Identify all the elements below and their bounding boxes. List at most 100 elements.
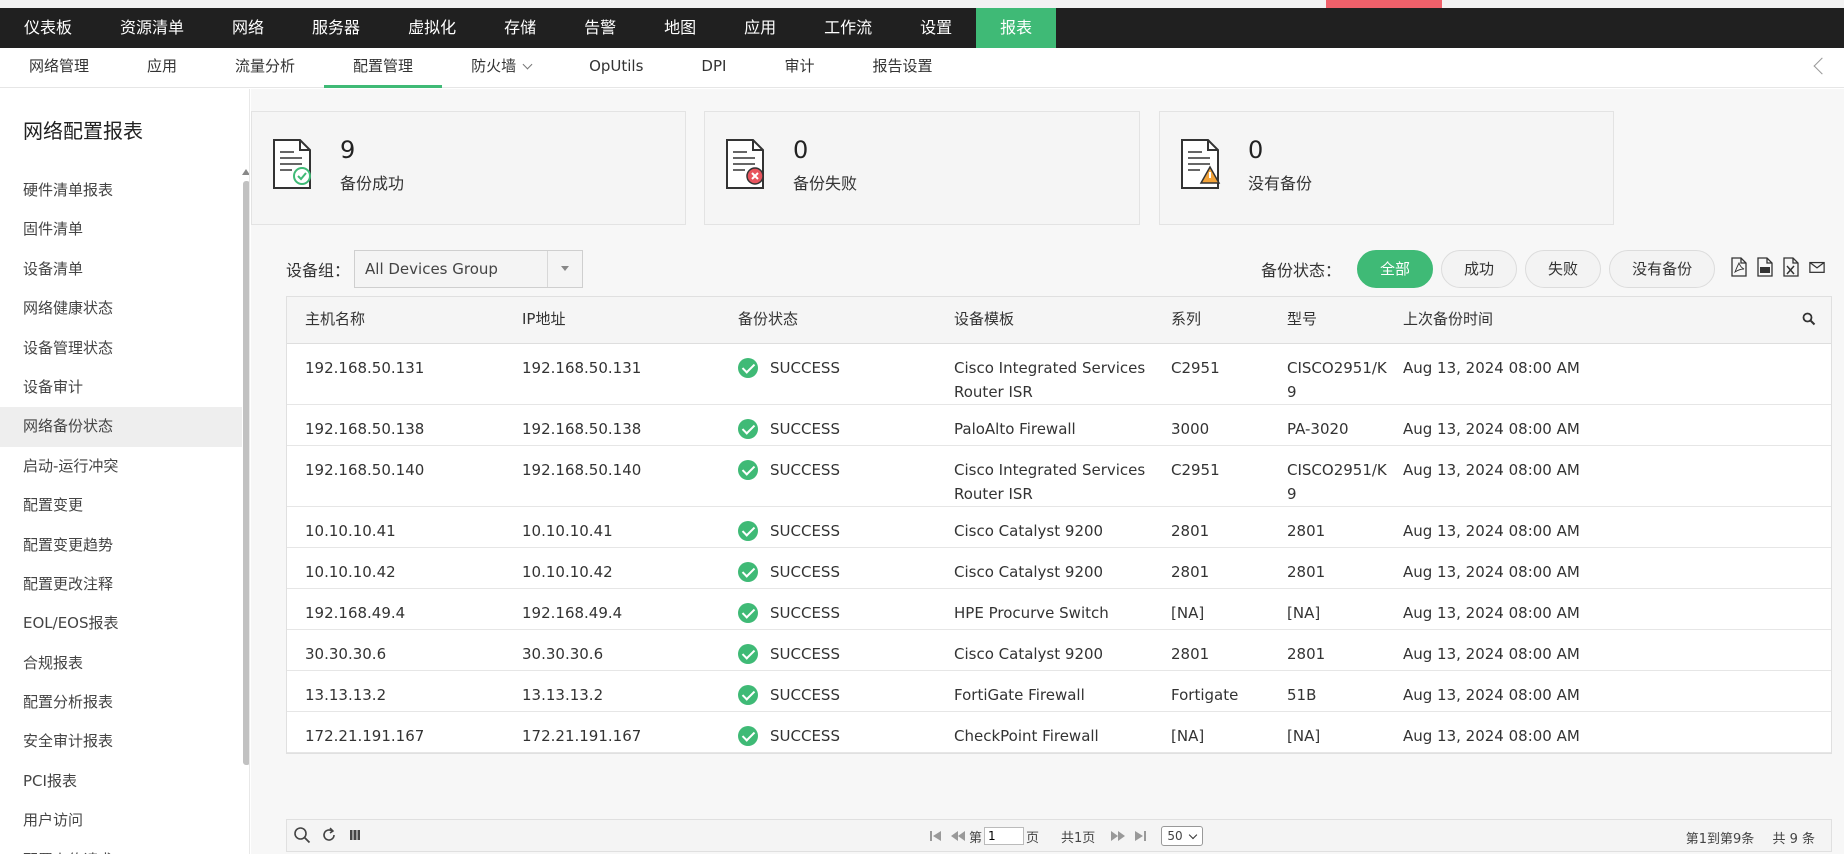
status-filter-pill[interactable]: 没有备份 [1609, 250, 1716, 288]
table-row[interactable]: 10.10.10.42 10.10.10.42 SUCCESS Cisco Catal… [287, 548, 1831, 605]
check-circle-icon [738, 644, 758, 664]
sidebar-item[interactable]: 配置分析报表 [0, 683, 242, 722]
sidebar-item[interactable]: EOL/EOS报表 [0, 604, 242, 643]
main-nav-item[interactable]: 报表 [976, 8, 1057, 48]
page-size-select[interactable]: 50 [1161, 826, 1204, 846]
main-nav-item[interactable]: 告警 [560, 8, 640, 48]
main-nav-item[interactable]: 网络 [208, 8, 288, 48]
sub-nav-item[interactable]: 防火墙 [442, 48, 560, 88]
summary-card[interactable]: 0 没有备份 [1159, 111, 1614, 225]
sidebar-item[interactable]: 合规报表 [0, 644, 242, 683]
sidebar-item[interactable]: 安全审计报表 [0, 722, 242, 761]
email-icon[interactable] [1809, 257, 1825, 277]
cell-host: 192.168.50.138 [305, 420, 425, 438]
sidebar-scrollbar[interactable] [243, 181, 249, 765]
sidebar-item[interactable]: 配置变更趋势 [0, 526, 242, 565]
column-header[interactable]: 系列 [1171, 297, 1201, 344]
status-filter-pill[interactable]: 成功 [1441, 250, 1518, 288]
cell-model: 2801 [1287, 645, 1326, 663]
sub-nav-item[interactable]: 配置管理 [324, 48, 443, 88]
sub-nav-item[interactable]: 流量分析 [206, 48, 324, 88]
excel-export-icon[interactable] [1783, 257, 1799, 277]
cell-model: 2801 [1287, 522, 1326, 540]
search-icon[interactable] [1802, 312, 1816, 326]
sidebar-item[interactable]: 网络备份状态 [0, 407, 242, 447]
summary-card[interactable]: 0 备份失败 [704, 111, 1140, 225]
cell-model: 51B [1287, 686, 1317, 704]
first-page-icon[interactable] [928, 827, 944, 845]
cell-host: 13.13.13.2 [305, 686, 387, 704]
status-filter-pill[interactable]: 全部 [1357, 250, 1434, 288]
cell-model: [NA] [1287, 604, 1321, 622]
scroll-up-arrow[interactable] [242, 169, 249, 175]
column-header[interactable]: 上次备份时间 [1403, 297, 1493, 344]
column-header[interactable]: 设备模板 [954, 297, 1014, 344]
last-page-icon[interactable] [1132, 827, 1148, 845]
table-row[interactable]: 13.13.13.2 13.13.13.2 SUCCESS FortiGate Fir… [287, 671, 1831, 712]
cell-host: 192.168.50.131 [305, 359, 425, 377]
sidebar-item[interactable]: 启动-运行冲突 [0, 447, 242, 486]
table-row[interactable]: 30.30.30.6 30.30.30.6 SUCCESS Cisco Catalys… [287, 630, 1831, 687]
collapse-arrow-icon[interactable] [1813, 57, 1831, 75]
cell-time: Aug 13, 2024 08:00 AM [1403, 727, 1580, 745]
column-header[interactable]: 备份状态 [738, 297, 798, 344]
pdf-export-icon[interactable] [1731, 257, 1747, 277]
sub-nav-item[interactable]: DPI [672, 48, 755, 88]
column-header[interactable]: 型号 [1287, 297, 1317, 344]
table-row[interactable]: 192.168.49.4 192.168.49.4 SUCCESS HPE Procu… [287, 589, 1831, 630]
table-row[interactable]: 192.168.50.131 192.168.50.131 SUCCESS Cisco… [287, 344, 1831, 405]
table-row[interactable]: 10.10.10.41 10.10.10.41 SUCCESS Cisco Catal… [287, 507, 1831, 564]
status-cell: SUCCESS [738, 560, 840, 584]
sub-nav-item[interactable]: 审计 [755, 48, 843, 88]
main-nav-item[interactable]: 工作流 [800, 8, 896, 48]
sidebar-item[interactable]: 硬件清单报表 [0, 171, 242, 210]
prev-page-icon[interactable] [950, 827, 966, 845]
main-nav-item[interactable]: 存储 [480, 8, 560, 48]
status-text: SUCCESS [770, 727, 840, 745]
summary-card[interactable]: 9 备份成功 [251, 111, 686, 225]
chevron-down-icon[interactable] [547, 251, 582, 287]
sidebar-item[interactable]: 固件清单 [0, 210, 242, 249]
sidebar-item[interactable]: 设备审计 [0, 368, 242, 407]
main-nav-item[interactable]: 应用 [720, 8, 800, 48]
table-row[interactable]: 172.21.191.167 172.21.191.167 SUCCESS Check… [287, 712, 1831, 753]
status-filter-pill[interactable]: 失败 [1525, 250, 1602, 288]
page-number-input[interactable] [984, 827, 1025, 845]
table-row[interactable]: 192.168.50.140 192.168.50.140 SUCCESS Cisco… [287, 446, 1831, 507]
sidebar-item[interactable]: 配置变更 [0, 486, 242, 525]
search-icon[interactable] [293, 826, 311, 844]
sub-nav-item[interactable]: 应用 [118, 48, 206, 88]
sub-nav-label: 应用 [147, 57, 178, 75]
main-nav-item[interactable]: 仪表板 [0, 8, 96, 48]
column-header[interactable]: IP地址 [522, 297, 565, 344]
csv-export-icon[interactable] [1757, 257, 1773, 277]
cell-host: 192.168.49.4 [305, 604, 406, 622]
main-nav-item[interactable]: 设置 [896, 8, 976, 48]
sidebar-item[interactable]: PCI报表 [0, 762, 242, 801]
device-group-value: All Devices Group [365, 260, 498, 278]
sub-nav-item[interactable]: OpUtils [560, 48, 672, 88]
sub-nav-item[interactable]: 网络管理 [0, 48, 118, 88]
next-page-icon[interactable] [1110, 827, 1126, 845]
chevron-down-icon[interactable] [522, 59, 533, 70]
sidebar-item[interactable]: 配置上传请求 [0, 841, 242, 854]
sidebar-item[interactable]: 设备清单 [0, 250, 242, 289]
refresh-icon[interactable] [321, 826, 337, 844]
main-nav-item[interactable]: 地图 [640, 8, 720, 48]
device-group-select[interactable]: All Devices Group [354, 250, 584, 288]
card-count: 9 [340, 136, 356, 164]
sidebar-item[interactable]: 用户访问 [0, 801, 242, 840]
status-cell: SUCCESS [738, 683, 840, 707]
columns-icon[interactable] [347, 826, 363, 844]
sidebar-item[interactable]: 设备管理状态 [0, 329, 242, 368]
main-nav-item[interactable]: 服务器 [288, 8, 384, 48]
sidebar-item[interactable]: 配置更改注释 [0, 565, 242, 604]
cell-series: C2951 [1171, 359, 1220, 377]
main-nav-item[interactable]: 虚拟化 [384, 8, 480, 48]
main-nav-item[interactable]: 资源清单 [96, 8, 208, 48]
column-header[interactable]: 主机名称 [305, 297, 365, 344]
sub-nav-item[interactable]: 报告设置 [843, 48, 961, 88]
table-row[interactable]: 192.168.50.138 192.168.50.138 SUCCESS PaloA… [287, 405, 1831, 446]
sidebar-item[interactable]: 网络健康状态 [0, 289, 242, 328]
cell-model: [NA] [1287, 727, 1321, 745]
